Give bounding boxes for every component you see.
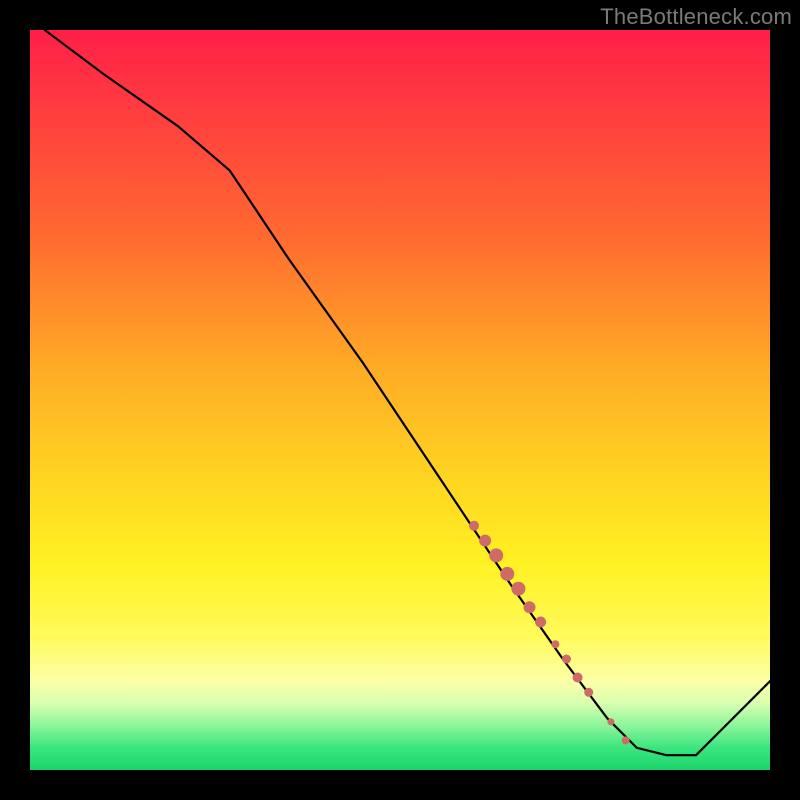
chart-frame: TheBottleneck.com: [0, 0, 800, 800]
watermark-label: TheBottleneck.com: [600, 4, 792, 30]
scatter-dot: [511, 582, 525, 596]
scatter-dot: [489, 548, 503, 562]
chart-svg: [30, 30, 770, 770]
scatter-series: [469, 521, 630, 745]
scatter-dot: [479, 535, 491, 547]
scatter-dot: [622, 736, 630, 744]
line-series: [45, 30, 770, 755]
plot-area: [30, 30, 770, 770]
scatter-dot: [573, 673, 583, 683]
scatter-dot: [469, 521, 479, 531]
scatter-dot: [607, 718, 614, 725]
scatter-dot: [500, 567, 514, 581]
scatter-dot: [535, 617, 546, 628]
scatter-dot: [524, 601, 536, 613]
scatter-dot: [584, 688, 593, 697]
scatter-dot: [551, 640, 559, 648]
scatter-dot: [562, 655, 571, 664]
